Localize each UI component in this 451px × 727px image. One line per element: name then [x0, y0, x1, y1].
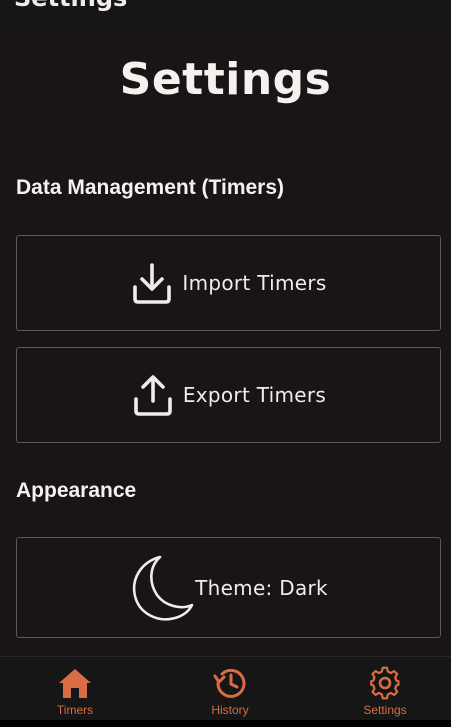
nav-item-settings[interactable]: Settings	[310, 657, 451, 721]
theme-toggle-button[interactable]: Theme: Dark	[16, 537, 441, 638]
nav-item-history[interactable]: History	[155, 657, 305, 721]
home-icon	[57, 665, 93, 701]
export-timers-label: Export Timers	[182, 383, 327, 407]
export-timers-button[interactable]: Export Timers	[16, 347, 441, 443]
import-timers-button[interactable]: Import Timers	[16, 235, 441, 331]
history-icon	[212, 665, 248, 701]
download-icon	[130, 261, 174, 305]
bottom-nav: Timers History Settings	[0, 656, 451, 720]
settings-screen: Settings Settings Data Management (Timer…	[0, 0, 451, 727]
nav-label-history: History	[211, 703, 249, 717]
app-header: Settings	[0, 0, 451, 30]
moon-icon	[129, 553, 195, 623]
section-heading-data-management: Data Management (Timers)	[16, 176, 285, 199]
nav-label-settings: Settings	[363, 703, 407, 717]
import-timers-label: Import Timers	[182, 271, 327, 295]
header-title: Settings	[14, 0, 127, 12]
system-bar	[0, 720, 451, 727]
upload-icon	[131, 373, 175, 417]
nav-label-timers: Timers	[56, 703, 94, 717]
gear-icon	[367, 665, 403, 701]
section-heading-appearance: Appearance	[16, 479, 137, 502]
page-title: Settings	[119, 54, 332, 105]
theme-label: Theme: Dark	[195, 575, 328, 600]
nav-item-timers[interactable]: Timers	[0, 657, 150, 721]
